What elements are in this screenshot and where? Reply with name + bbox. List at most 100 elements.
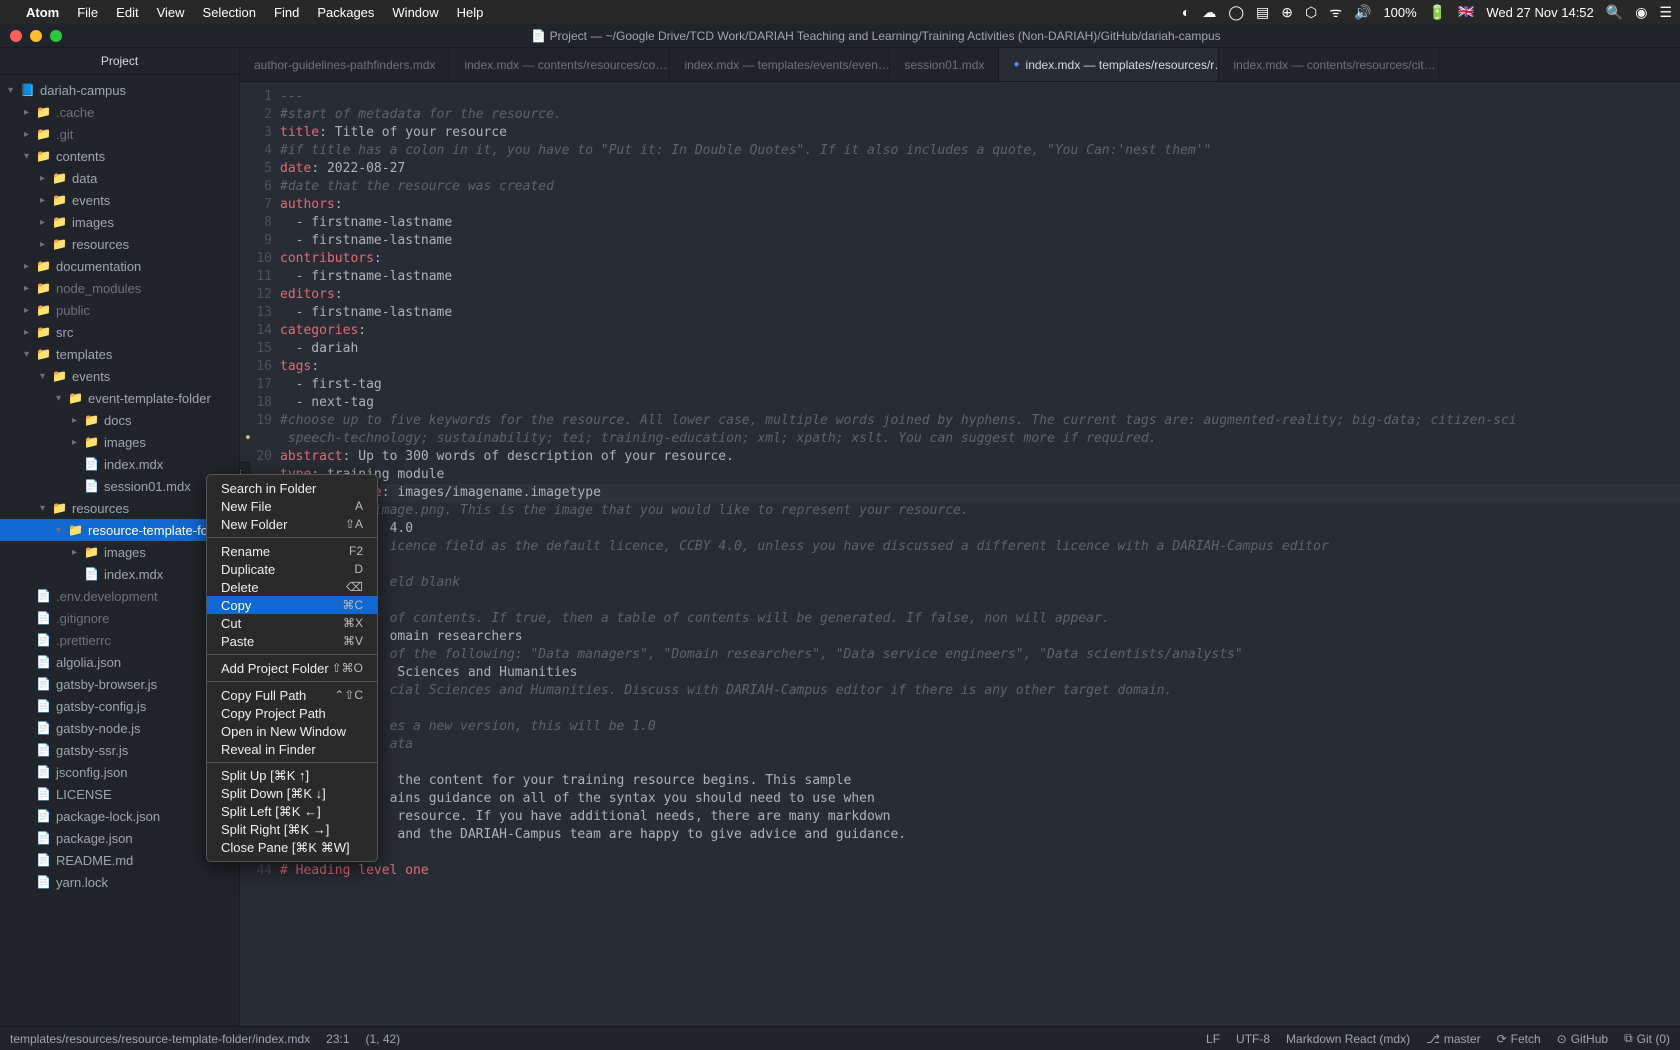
tree-item[interactable]: ▾📁contents <box>0 145 239 167</box>
editor-tab[interactable]: index.mdx — templates/resources/r… <box>999 48 1219 81</box>
tree-item[interactable]: ▸📁public <box>0 299 239 321</box>
status-fetch[interactable]: ⟳ Fetch <box>1497 1032 1541 1046</box>
tree-item[interactable]: ▸📁resources <box>0 233 239 255</box>
file-tree[interactable]: ▾📘dariah-campus▸📁.cache▸📁.git▾📁contents▸… <box>0 75 239 1026</box>
tree-item[interactable]: ▸📁docs <box>0 409 239 431</box>
window-minimize-button[interactable] <box>30 30 42 42</box>
status-line-ending[interactable]: LF <box>1206 1032 1220 1046</box>
context-menu-item[interactable]: Paste⌘V <box>207 632 377 650</box>
code-content[interactable]: ---#start of metadata for the resource.t… <box>280 82 1680 1026</box>
context-menu-item[interactable]: Split Down [⌘K ↓] <box>207 785 377 803</box>
tree-item[interactable]: ▸📁data <box>0 167 239 189</box>
battery-icon[interactable]: 🔋 <box>1429 4 1446 21</box>
tree-item[interactable]: ▸📁images <box>0 431 239 453</box>
tree-item[interactable]: 📄yarn.lock <box>0 871 239 893</box>
editor-tabs[interactable]: author-guidelines-pathfinders.mdxindex.m… <box>240 48 1680 82</box>
status-branch[interactable]: ⎇ master <box>1426 1032 1481 1046</box>
tree-item[interactable]: 📄index.mdx <box>0 563 239 585</box>
app-name[interactable]: Atom <box>26 5 59 20</box>
tree-item[interactable]: 📄LICENSE <box>0 783 239 805</box>
status-path[interactable]: templates/resources/resource-template-fo… <box>10 1032 310 1046</box>
context-menu-item[interactable]: RenameF2 <box>207 542 377 560</box>
tree-item[interactable]: ▸📁.cache <box>0 101 239 123</box>
menu-selection[interactable]: Selection <box>203 5 256 20</box>
tree-item[interactable]: 📄gatsby-node.js <box>0 717 239 739</box>
wifi-icon[interactable]: ᯤ <box>1329 3 1342 22</box>
context-menu-item[interactable]: Delete⌫ <box>207 578 377 596</box>
tree-item[interactable]: ▾📘dariah-campus <box>0 79 239 101</box>
tree-item[interactable]: 📄gatsby-browser.js <box>0 673 239 695</box>
menu-file[interactable]: File <box>77 5 98 20</box>
menu-edit[interactable]: Edit <box>116 5 138 20</box>
context-menu-item[interactable]: Copy Full Path⌃⇧C <box>207 686 377 704</box>
tree-item[interactable]: 📄session01.mdx <box>0 475 239 497</box>
context-menu-item[interactable]: DuplicateD <box>207 560 377 578</box>
context-menu-item[interactable]: Split Right [⌘K →] <box>207 821 377 839</box>
menu-find[interactable]: Find <box>274 5 299 20</box>
tree-item[interactable]: 📄package.json <box>0 827 239 849</box>
context-menu-item[interactable]: New Folder⇧A <box>207 515 377 533</box>
tree-item[interactable]: 📄gatsby-ssr.js <box>0 739 239 761</box>
tree-item[interactable]: ▸📁events <box>0 189 239 211</box>
context-menu-item[interactable]: Search in Folder <box>207 479 377 497</box>
context-menu-item[interactable]: Reveal in Finder <box>207 740 377 758</box>
tree-item[interactable]: ▸📁images <box>0 211 239 233</box>
status-grammar[interactable]: Markdown React (mdx) <box>1286 1032 1410 1046</box>
status-icon[interactable]: ◐ <box>1182 4 1190 20</box>
menu-window[interactable]: Window <box>392 5 438 20</box>
editor-tab[interactable]: session01.mdx <box>890 48 999 81</box>
status-github[interactable]: ⊙ GitHub <box>1557 1032 1608 1046</box>
tree-item[interactable]: 📄.prettierrc <box>0 629 239 651</box>
tree-item[interactable]: 📄package-lock.json <box>0 805 239 827</box>
tree-item[interactable]: 📄index.mdx <box>0 453 239 475</box>
status-cursor-pos[interactable]: 23:1 <box>326 1032 349 1046</box>
sync-icon[interactable]: ◯ <box>1228 4 1244 21</box>
volume-icon[interactable]: 🔊 <box>1354 4 1371 21</box>
tree-item[interactable]: ▾📁events <box>0 365 239 387</box>
tree-item[interactable]: 📄.gitignore <box>0 607 239 629</box>
context-menu-item[interactable]: New FileA <box>207 497 377 515</box>
status-encoding[interactable]: UTF-8 <box>1236 1032 1270 1046</box>
context-menu[interactable]: Search in FolderNew FileANew Folder⇧A Ren… <box>206 474 378 862</box>
context-menu-item[interactable]: Split Left [⌘K ←] <box>207 803 377 821</box>
tree-item[interactable]: 📄README.md <box>0 849 239 871</box>
battery-percent[interactable]: 100% <box>1383 5 1416 20</box>
app2-icon[interactable]: ⊕ <box>1281 4 1293 21</box>
window-close-button[interactable] <box>10 30 22 42</box>
context-menu-item[interactable]: Split Up [⌘K ↑] <box>207 767 377 785</box>
status-git[interactable]: ⧉ Git (0) <box>1624 1031 1670 1046</box>
tree-item[interactable]: ▾📁resources <box>0 497 239 519</box>
siri-icon[interactable]: ◉ <box>1635 4 1647 21</box>
editor-tab[interactable]: author-guidelines-pathfinders.mdx <box>240 48 450 81</box>
context-menu-item[interactable]: Copy⌘C <box>207 596 377 614</box>
tree-item[interactable]: ▸📁images <box>0 541 239 563</box>
editor-tab[interactable]: index.mdx — contents/resources/co… <box>450 48 670 81</box>
tree-item[interactable]: 📄.env.development <box>0 585 239 607</box>
tree-item[interactable]: ▾📁event-template-folder <box>0 387 239 409</box>
menu-packages[interactable]: Packages <box>317 5 374 20</box>
tree-item[interactable]: ▸📁src <box>0 321 239 343</box>
app-icon[interactable]: ▤ <box>1256 4 1269 21</box>
context-menu-item[interactable]: Open in New Window <box>207 722 377 740</box>
menu-view[interactable]: View <box>157 5 185 20</box>
tree-item[interactable]: ▾📁templates <box>0 343 239 365</box>
context-menu-item[interactable]: Cut⌘X <box>207 614 377 632</box>
context-menu-item[interactable]: Copy Project Path <box>207 704 377 722</box>
context-menu-item[interactable]: Add Project Folder⇧⌘O <box>207 659 377 677</box>
tree-item[interactable]: ▸📁.git <box>0 123 239 145</box>
context-menu-item[interactable]: Close Pane [⌘K ⌘W] <box>207 839 377 857</box>
dropbox-icon[interactable]: ⬡ <box>1305 4 1317 21</box>
keyboard-flag-icon[interactable]: 🇬🇧 <box>1458 4 1474 20</box>
editor-tab[interactable]: index.mdx — templates/events/even… <box>670 48 890 81</box>
spotlight-icon[interactable]: 🔍 <box>1606 4 1623 21</box>
menu-help[interactable]: Help <box>457 5 484 20</box>
tree-item[interactable]: 📄gatsby-config.js <box>0 695 239 717</box>
tree-item[interactable]: ▸📁documentation <box>0 255 239 277</box>
editor-tab[interactable]: index.mdx — contents/resources/cit… <box>1219 48 1439 81</box>
tree-item[interactable]: 📄algolia.json <box>0 651 239 673</box>
editor-area[interactable]: ‹ 12345678910111213141516171819202244 --… <box>240 82 1680 1026</box>
notification-center-icon[interactable]: ☰ <box>1659 4 1672 21</box>
tree-item[interactable]: ▸📁node_modules <box>0 277 239 299</box>
tree-item[interactable]: ▾📁resource-template-folder <box>0 519 239 541</box>
tree-item[interactable]: 📄jsconfig.json <box>0 761 239 783</box>
